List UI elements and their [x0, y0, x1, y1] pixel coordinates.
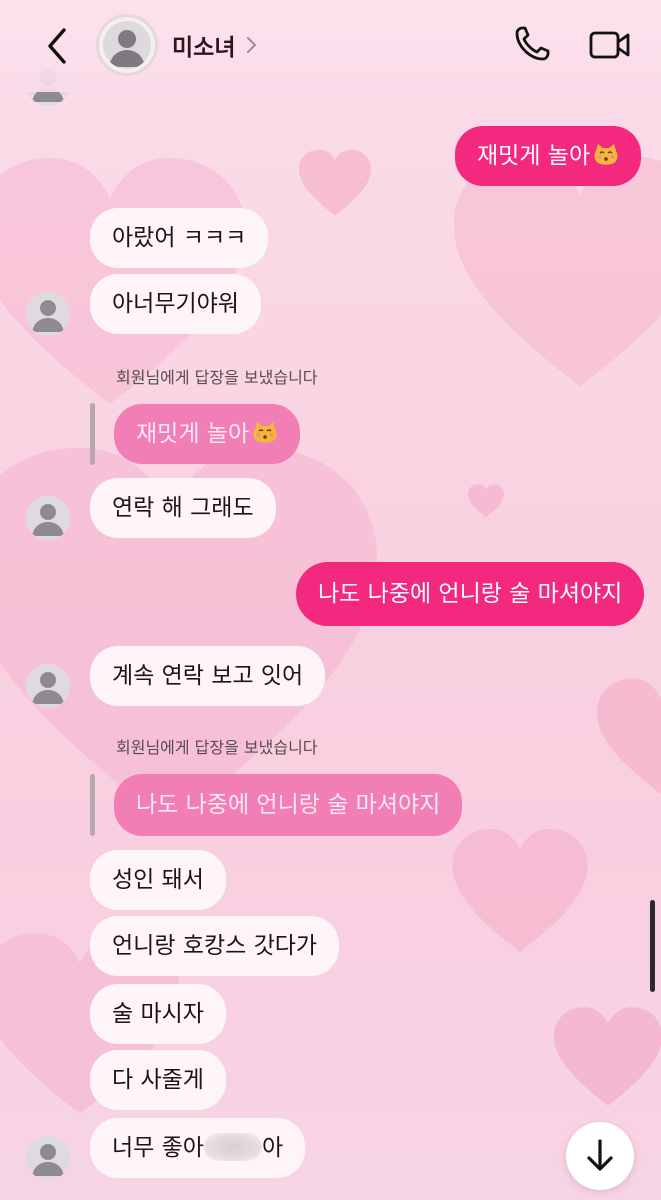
contact-name: 미소녀 [172, 35, 236, 61]
back-button[interactable] [40, 26, 76, 66]
chevron-right-icon [247, 37, 257, 53]
background-heart-decoration [590, 660, 661, 820]
received-message[interactable]: 언니랑 호캉스 갓다가 [90, 916, 340, 976]
sent-message[interactable]: 나도 나중에 언니랑 술 마셔야지 [296, 562, 645, 626]
avatar[interactable] [26, 292, 70, 336]
replied-quote[interactable]: 나도 나중에 언니랑 술 마셔야지 [114, 774, 463, 836]
arrow-down-icon [587, 1139, 613, 1171]
chevron-left-icon [48, 28, 66, 64]
reply-note: 회원님에게 답장을 보냈습니다 [116, 738, 318, 757]
received-message[interactable]: 연락 해 그래도 [90, 478, 276, 538]
background-heart-decoration [440, 820, 600, 970]
replied-quote[interactable]: 재밋게 놀아 [114, 404, 301, 464]
quote-text: 재밋게 놀아 [136, 421, 250, 447]
video-call-button[interactable] [588, 26, 632, 64]
received-message[interactable]: 계속 연락 보고 잇어 [90, 646, 326, 706]
phone-icon [515, 26, 550, 61]
avatar[interactable] [26, 1136, 70, 1180]
message-text: 아 [261, 1135, 284, 1161]
reply-quote-bar [90, 774, 95, 836]
avatar[interactable] [26, 496, 70, 540]
received-message[interactable]: 다 사줄게 [90, 1050, 226, 1110]
avatar[interactable] [26, 664, 70, 708]
message-text: 너무 좋아 [112, 1135, 204, 1161]
background-heart-decoration [290, 145, 380, 225]
received-message[interactable]: 성인 돼서 [90, 850, 226, 910]
scrollbar[interactable] [650, 900, 655, 992]
voice-call-button[interactable] [512, 24, 552, 64]
chat-header: 미소녀 [0, 0, 661, 92]
background-heart-decoration [464, 482, 508, 522]
received-message[interactable]: 아랐어 ㅋㅋㅋ [90, 208, 269, 268]
kissing-cat-emoji [594, 144, 618, 165]
default-avatar-icon [109, 30, 145, 67]
message-text: 재밋게 놀아 [477, 143, 591, 169]
received-message[interactable]: 너무 좋아 아 [90, 1118, 306, 1178]
reply-quote-bar [90, 403, 95, 465]
contact-avatar[interactable] [96, 14, 158, 76]
kissing-cat-emoji [253, 422, 277, 443]
contact-name-link[interactable]: 미소녀 [172, 28, 259, 62]
blurred-redaction [203, 1133, 262, 1161]
background-heart-decoration [548, 1000, 661, 1120]
scroll-to-bottom-button[interactable] [566, 1122, 634, 1190]
video-camera-icon [589, 31, 630, 59]
received-message[interactable]: 술 마시자 [90, 984, 226, 1044]
received-message[interactable]: 아너무기야워 [90, 274, 261, 334]
sent-message[interactable]: 재밋게 놀아 [455, 126, 642, 186]
reply-note: 회원님에게 답장을 보냈습니다 [116, 368, 318, 387]
